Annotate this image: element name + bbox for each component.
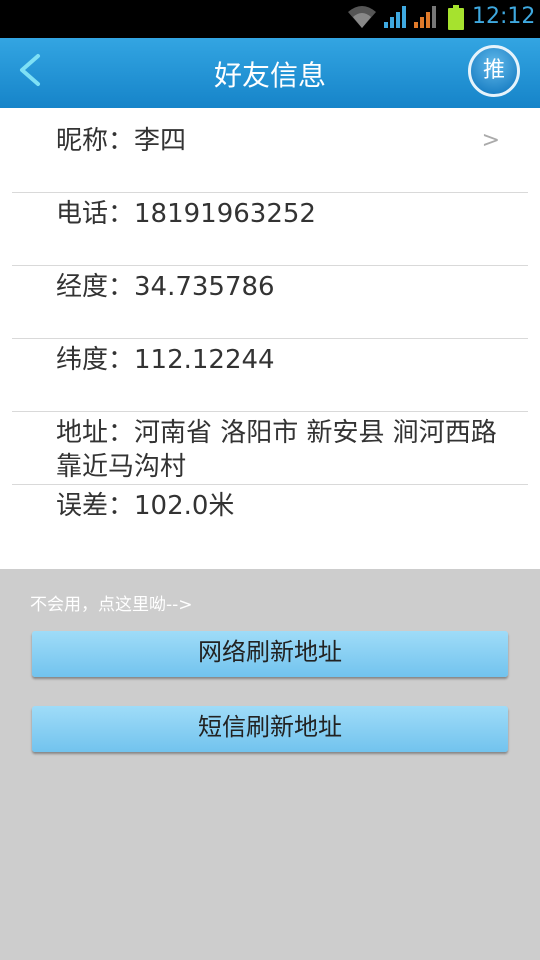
error-row: 误差：102.0米 bbox=[12, 485, 528, 545]
chevron-right-icon: > bbox=[481, 128, 500, 153]
nickname-row[interactable]: 昵称：李四 > bbox=[12, 108, 528, 193]
latitude-row: 纬度：112.12244 bbox=[12, 339, 528, 412]
wifi-icon bbox=[348, 6, 376, 28]
help-link[interactable]: 不会用，点这里呦--> bbox=[30, 590, 193, 615]
push-button[interactable]: 推 bbox=[468, 45, 520, 97]
longitude-row: 经度：34.735786 bbox=[12, 266, 528, 339]
signal-icon bbox=[384, 6, 406, 28]
address-row: 地址：河南省 洛阳市 新安县 涧河西路 靠近马沟村 bbox=[12, 412, 528, 485]
error-text: 误差：102.0米 bbox=[56, 491, 235, 521]
address-text: 地址：河南省 洛阳市 新安县 涧河西路 靠近马沟村 bbox=[56, 418, 497, 482]
phone-row: 电话：18191963252 bbox=[12, 193, 528, 266]
nickname-text: 昵称：李四 bbox=[56, 126, 187, 156]
title-bar: 好友信息 推 bbox=[0, 38, 540, 108]
battery-icon bbox=[448, 5, 464, 30]
longitude-text: 经度：34.735786 bbox=[56, 272, 275, 302]
page-title: 好友信息 bbox=[213, 59, 326, 92]
network-refresh-button[interactable]: 网络刷新地址 bbox=[32, 631, 508, 677]
sms-refresh-button[interactable]: 短信刷新地址 bbox=[32, 706, 508, 752]
signal-secondary-icon bbox=[414, 6, 436, 28]
clock: 12:12 bbox=[472, 4, 536, 29]
friend-info-panel: 昵称：李四 > 电话：18191963252 经度：34.735786 纬度：1… bbox=[0, 108, 540, 569]
status-bar: 12:12 bbox=[0, 0, 540, 38]
phone-text: 电话：18191963252 bbox=[56, 199, 316, 229]
latitude-text: 纬度：112.12244 bbox=[56, 345, 275, 375]
